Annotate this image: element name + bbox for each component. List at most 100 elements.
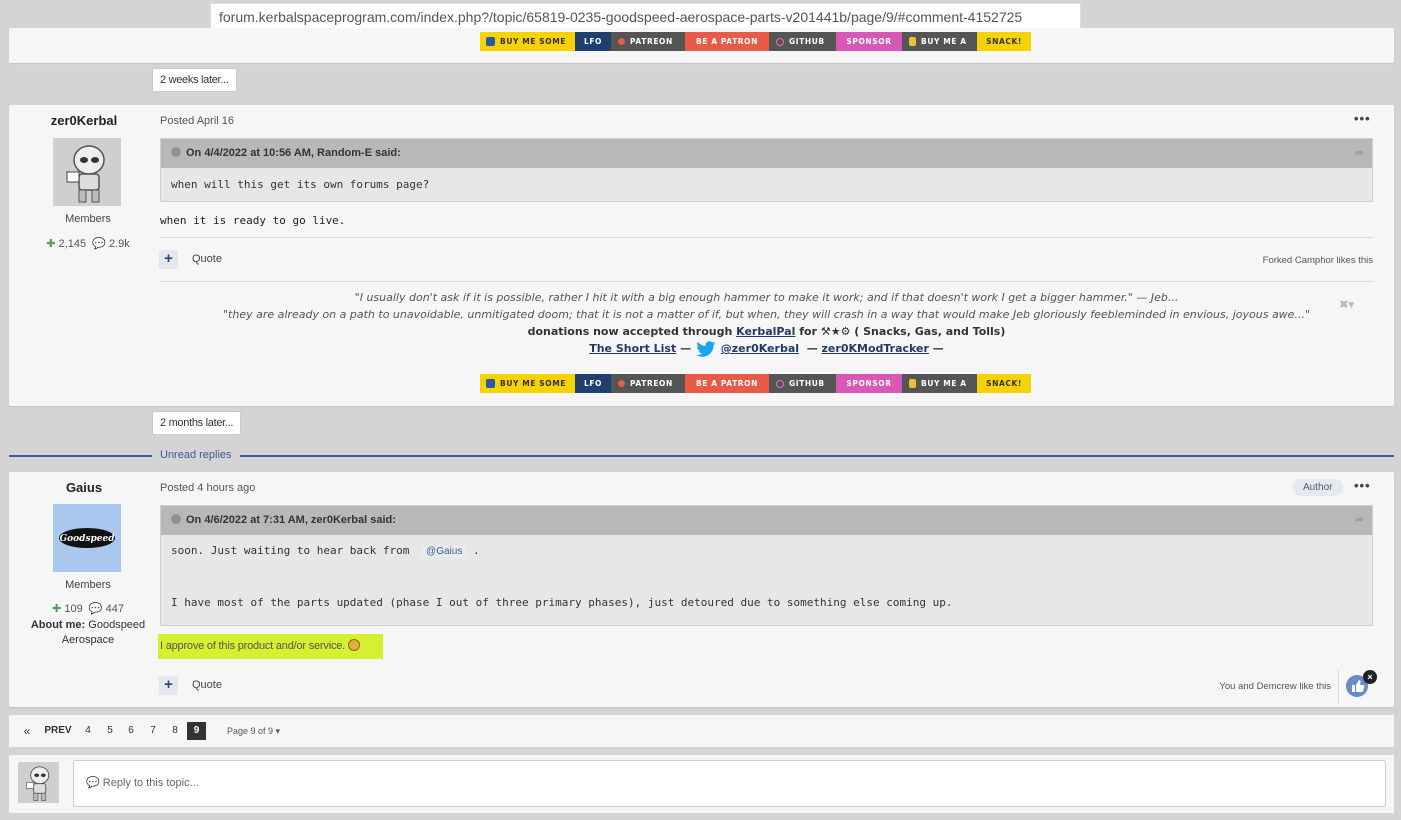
- badge-paypal[interactable]: Buy me some: [480, 374, 575, 393]
- author-stats: ✚ 109 💬 447: [13, 602, 163, 615]
- quote-button[interactable]: Quote: [192, 253, 222, 265]
- chevron-down-icon[interactable]: [171, 514, 181, 525]
- quote-line-2: I have most of the parts updated (phase …: [171, 596, 953, 609]
- pagination: « PREV 4 5 6 7 8 9 Page 9 of 9 ▾: [9, 715, 1394, 747]
- reputation-count: 109: [64, 603, 83, 615]
- badge-patreon[interactable]: Patreon: [611, 32, 685, 51]
- member-group: Members: [65, 213, 111, 225]
- cup-icon: [909, 379, 916, 388]
- reply-area: 💬 Reply to this topic...: [9, 755, 1394, 813]
- quote-body: soon. Just waiting to hear back from @Ga…: [161, 535, 1372, 619]
- page-5[interactable]: 5: [103, 722, 117, 740]
- short-list-link[interactable]: The Short List: [589, 342, 676, 355]
- signature-quote-1: "I usually don't ask if it is possible, …: [354, 291, 1179, 304]
- badge-sponsor[interactable]: Sponsor: [836, 32, 902, 51]
- heart-icon: [776, 379, 784, 388]
- donation-badges-top: Buy me some LFO Patreon Be a Patron GitH…: [480, 32, 1031, 51]
- speech-bubble-icon: 💬: [86, 777, 100, 789]
- quote-body: when will this get its own forums page?: [171, 178, 430, 191]
- time-gap-2-weeks: 2 weeks later...: [152, 68, 237, 92]
- highlighted-text: I approve of this product and/or service…: [158, 634, 383, 659]
- paypal-icon: [486, 379, 495, 388]
- first-page-button[interactable]: «: [21, 722, 33, 740]
- quote-button[interactable]: Quote: [192, 679, 222, 691]
- quote-line-1: soon. Just waiting to hear back from @Ga…: [171, 544, 480, 557]
- comment-icon: 💬: [92, 238, 106, 250]
- badge-be-a-patron[interactable]: Be a Patron: [685, 374, 769, 393]
- avatar[interactable]: Goodspeed: [53, 504, 121, 572]
- patreon-icon: [618, 38, 625, 45]
- member-group: Members: [65, 579, 111, 591]
- page-9-current[interactable]: 9: [187, 722, 206, 740]
- badge-github[interactable]: GitHub: [769, 374, 836, 393]
- page-6[interactable]: 6: [124, 722, 138, 740]
- signature-donations: donations now accepted through KerbalPal…: [527, 325, 1006, 338]
- badge-buy-me-a[interactable]: Buy me a: [902, 374, 977, 393]
- page-4[interactable]: 4: [81, 722, 95, 740]
- quote-header[interactable]: On 4/4/2022 at 10:56 AM, Random-E said: …: [161, 139, 1372, 168]
- tools-icon: ⚒★⚙: [820, 325, 851, 338]
- divider: [159, 237, 1374, 238]
- remove-like-icon[interactable]: ×: [1363, 670, 1377, 684]
- reply-input[interactable]: 💬 Reply to this topic...: [73, 760, 1386, 807]
- quote-header[interactable]: On 4/6/2022 at 7:31 AM, zer0Kerbal said:…: [161, 506, 1372, 535]
- kerbalpal-link[interactable]: KerbalPal: [736, 325, 795, 338]
- badge-lfo[interactable]: LFO: [575, 32, 611, 51]
- post-date[interactable]: Posted 4 hours ago: [160, 482, 255, 494]
- divider: [1338, 670, 1339, 704]
- address-bar[interactable]: forum.kerbalspaceprogram.com/index.php?/…: [210, 3, 1081, 31]
- post-menu-icon[interactable]: •••: [1354, 478, 1371, 493]
- badge-snack[interactable]: Snack!: [977, 32, 1031, 51]
- mention-gaius[interactable]: @Gaius: [422, 546, 467, 557]
- reputation-icon: ✚: [46, 238, 56, 250]
- goodspeed-logo: Goodspeed: [59, 528, 115, 548]
- signature-links: The Short List — @zer0Kerbal — zer0KModT…: [159, 340, 1374, 357]
- paypal-icon: [486, 37, 495, 46]
- prev-page-button[interactable]: PREV: [44, 722, 72, 740]
- heart-icon: [776, 37, 784, 46]
- badge-github[interactable]: GitHub: [769, 32, 836, 51]
- signature: "I usually don't ask if it is possible, …: [159, 289, 1374, 357]
- close-signature-icon[interactable]: ✖▾: [1339, 298, 1354, 311]
- badge-paypal[interactable]: Buy me some: [480, 32, 575, 51]
- author-badge: Author: [1292, 479, 1344, 496]
- twitter-icon: [696, 340, 716, 357]
- share-icon[interactable]: ➦: [1355, 139, 1364, 168]
- likes-text[interactable]: You and Demcrew like this: [1130, 681, 1331, 692]
- badge-snack[interactable]: Snack!: [977, 374, 1031, 393]
- post-count: 2.9k: [108, 238, 130, 250]
- likes-text[interactable]: Forked Camphor likes this: [1180, 255, 1373, 266]
- divider: [159, 281, 1374, 282]
- badge-buy-me-a[interactable]: Buy me a: [902, 32, 977, 51]
- page-jump-dropdown[interactable]: Page 9 of 9 ▾: [227, 722, 280, 740]
- multiquote-button[interactable]: +: [159, 676, 178, 695]
- post-author-name[interactable]: zer0Kerbal: [9, 113, 159, 128]
- multiquote-button[interactable]: +: [159, 250, 178, 269]
- post-count: 447: [105, 603, 124, 615]
- badge-lfo[interactable]: LFO: [575, 374, 611, 393]
- comment-icon: 💬: [88, 603, 103, 615]
- reputation-count: 2,145: [58, 238, 87, 250]
- page-8[interactable]: 8: [168, 722, 182, 740]
- post-date[interactable]: Posted April 16: [160, 115, 234, 127]
- author-stats: ✚ 2,145 💬 2.9k: [13, 237, 163, 250]
- post-menu-icon[interactable]: •••: [1354, 111, 1371, 126]
- avatar[interactable]: [53, 138, 121, 206]
- share-icon[interactable]: ➦: [1355, 506, 1364, 535]
- page-7[interactable]: 7: [146, 722, 160, 740]
- badge-be-a-patron[interactable]: Be a Patron: [685, 32, 769, 51]
- donation-badges: Buy me some LFO Patreon Be a Patron GitH…: [480, 374, 1031, 393]
- chevron-down-icon[interactable]: [171, 147, 181, 158]
- about-me: About me: Goodspeed Aerospace: [30, 619, 146, 646]
- mod-tracker-link[interactable]: zer0KModTracker: [822, 342, 929, 355]
- badge-sponsor[interactable]: Sponsor: [836, 374, 902, 393]
- quote-block: On 4/4/2022 at 10:56 AM, Random-E said: …: [160, 138, 1373, 202]
- reputation-icon: ✚: [52, 603, 62, 615]
- post-author-name[interactable]: Gaius: [9, 480, 159, 495]
- post-content: when it is ready to go live.: [160, 214, 346, 227]
- patreon-icon: [618, 380, 625, 387]
- user-avatar: [18, 762, 59, 803]
- twitter-handle-link[interactable]: @zer0Kerbal: [721, 342, 799, 355]
- badge-patreon[interactable]: Patreon: [611, 374, 685, 393]
- quote-block: On 4/6/2022 at 7:31 AM, zer0Kerbal said:…: [160, 505, 1373, 626]
